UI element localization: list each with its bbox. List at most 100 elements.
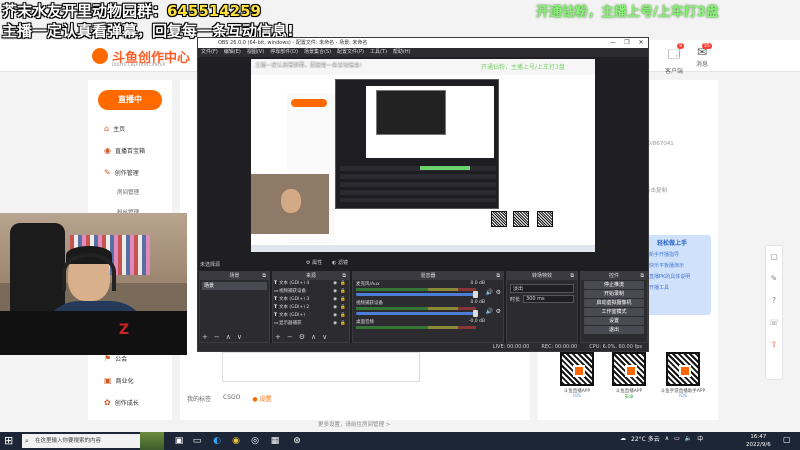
obs-titlebar[interactable]: OBS 26.0.0 (64-bit, windows) - 配置文件: 未命名… bbox=[198, 38, 648, 48]
exit-button[interactable]: 退出 bbox=[584, 326, 644, 334]
duration-input[interactable]: 300 ms bbox=[523, 295, 574, 303]
tag-settings[interactable]: ● 设置 bbox=[252, 394, 271, 403]
sidebar-item-business[interactable]: ▣ 商业化 bbox=[104, 376, 134, 385]
undock-icon[interactable]: ⧉ bbox=[496, 272, 500, 280]
steam-icon[interactable]: ⊛ bbox=[290, 435, 304, 447]
move-up-icon[interactable]: ∧ bbox=[311, 333, 316, 341]
filters-button[interactable]: ◐ 滤镜 bbox=[332, 259, 348, 266]
description-textarea[interactable] bbox=[222, 352, 420, 382]
task-view-icon[interactable]: ▣ bbox=[172, 435, 186, 447]
menu-docks[interactable]: 停靠部件(D) bbox=[270, 48, 298, 57]
live-status-button[interactable]: 直播中 bbox=[98, 90, 162, 110]
volume-icon[interactable]: 🔈 bbox=[685, 435, 692, 442]
feedback-icon[interactable]: ✎ bbox=[766, 268, 782, 290]
tray-arrow-icon[interactable]: ∧ bbox=[665, 435, 669, 442]
menu-file[interactable]: 文件(F) bbox=[201, 48, 218, 57]
source-item[interactable]: T 文本 (GDI+) 4 ◉ 🔒 bbox=[273, 280, 349, 288]
stop-streaming-button[interactable]: 停止推流 bbox=[584, 281, 644, 289]
top-icon[interactable]: ⇧ bbox=[766, 334, 782, 356]
move-down-icon[interactable]: ∨ bbox=[322, 333, 327, 341]
promo-link[interactable]: 开播工具 bbox=[645, 282, 711, 293]
eye-icon[interactable]: ◉ bbox=[333, 280, 337, 288]
close-button[interactable]: ✕ bbox=[634, 38, 648, 48]
lock-icon[interactable]: 🔒 bbox=[340, 320, 346, 328]
promo-card[interactable]: 轻松做上手 新手开播指导 快乐平板播演示 直播PK的具体说明 开播工具 bbox=[645, 235, 711, 315]
source-item[interactable]: T 文本 (GDI+) 2 ◉ 🔒 bbox=[273, 304, 349, 312]
obs-icon[interactable]: ◎ bbox=[248, 435, 262, 447]
undock-icon[interactable]: ⧉ bbox=[570, 272, 574, 280]
menu-profile[interactable]: 配置文件(P) bbox=[337, 48, 364, 57]
more-settings-link[interactable]: 更多设置，请前往房间管理 > bbox=[318, 420, 390, 428]
chrome-icon[interactable]: ◉ bbox=[229, 435, 243, 447]
eye-icon[interactable]: ◉ bbox=[333, 296, 337, 304]
undock-icon[interactable]: ⧉ bbox=[640, 272, 644, 280]
lock-icon[interactable]: 🔒 bbox=[340, 280, 346, 288]
sidebar-item-toolbox[interactable]: ◉ 直播百宝箱 bbox=[104, 146, 145, 155]
notification-icon[interactable]: ▢ bbox=[783, 435, 791, 444]
menu-edit[interactable]: 编辑(E) bbox=[224, 48, 241, 57]
start-recording-button[interactable]: 开始录制 bbox=[584, 290, 644, 298]
settings-icon[interactable]: ⚙ bbox=[299, 333, 305, 341]
app-icon[interactable]: ▦ bbox=[268, 435, 282, 447]
start-button[interactable]: ⊞ bbox=[4, 435, 13, 447]
message-button[interactable]: ✉ 35 消息 bbox=[688, 43, 716, 68]
source-item[interactable]: T 文本 (GDI+) ◉ 🔒 bbox=[273, 312, 349, 320]
menu-help[interactable]: 帮助(H) bbox=[393, 48, 411, 57]
eye-icon[interactable]: ◉ bbox=[333, 312, 337, 320]
sidebar-item-home[interactable]: ⌂ 主页 bbox=[104, 124, 125, 133]
menu-scene-collection[interactable]: 场景集合(S) bbox=[304, 48, 331, 57]
speaker-icon[interactable]: 🔊 bbox=[486, 289, 493, 296]
lock-icon[interactable]: 🔒 bbox=[340, 296, 346, 304]
source-item[interactable]: ▭ 视频捕获设备 ◉ 🔒 bbox=[273, 288, 349, 296]
remove-icon[interactable]: − bbox=[214, 333, 220, 341]
obs-preview[interactable]: 主播一定认真看弹幕，回复每一条互动信息! 开通钻粉，主播上号/上车打3盘 bbox=[251, 59, 595, 252]
properties-button[interactable]: ⚙ 属性 bbox=[306, 259, 322, 266]
ime-indicator[interactable]: 中 bbox=[697, 434, 703, 443]
menu-tools[interactable]: 工具(T) bbox=[370, 48, 387, 57]
edge-icon[interactable]: ◐ bbox=[210, 435, 224, 447]
add-icon[interactable]: + bbox=[202, 333, 208, 341]
support-icon[interactable]: ☏ bbox=[766, 312, 782, 334]
lock-icon[interactable]: 🔒 bbox=[340, 304, 346, 312]
app-icon[interactable]: ▢ bbox=[766, 246, 782, 268]
help-icon[interactable]: ? bbox=[766, 290, 782, 312]
move-up-icon[interactable]: ∧ bbox=[226, 333, 231, 341]
eye-icon[interactable]: ◉ bbox=[333, 304, 337, 312]
virtual-camera-button[interactable]: 启动虚拟摄像机 bbox=[584, 299, 644, 307]
source-item[interactable]: ▭ 显示器捕获 ◉ 🔒 bbox=[273, 320, 349, 328]
promo-link[interactable]: 新手开播指导 bbox=[645, 249, 711, 260]
site-logo[interactable]: 斗鱼创作中心 DOUYU CREATION CENTER bbox=[92, 47, 190, 67]
volume-slider[interactable] bbox=[356, 310, 478, 317]
speaker-icon[interactable]: 🔊 bbox=[486, 308, 493, 315]
scene-item[interactable]: 场景 bbox=[202, 282, 267, 290]
sidebar-item-guild[interactable]: ⚑ 公会 bbox=[104, 354, 127, 363]
studio-mode-button[interactable]: 工作室模式 bbox=[584, 308, 644, 316]
lock-icon[interactable]: 🔒 bbox=[340, 312, 346, 320]
gear-icon[interactable]: ⚙ bbox=[496, 308, 501, 315]
tag-item[interactable]: CSGO bbox=[223, 394, 240, 403]
maximize-button[interactable]: ❐ bbox=[620, 38, 634, 48]
client-button[interactable]: 🗔 9 客户端 bbox=[660, 43, 688, 75]
network-icon[interactable]: ▭ bbox=[674, 435, 680, 442]
minimize-button[interactable]: — bbox=[606, 38, 620, 48]
sidebar-item-creation[interactable]: ✎ 创作管理 bbox=[104, 168, 139, 177]
gear-icon[interactable]: ⚙ bbox=[496, 289, 501, 296]
eye-icon[interactable]: ◉ bbox=[333, 320, 337, 328]
undock-icon[interactable]: ⧉ bbox=[342, 272, 346, 280]
add-icon[interactable]: + bbox=[275, 333, 281, 341]
sidebar-subitem-room[interactable]: 房间管理 bbox=[117, 188, 139, 196]
menu-view[interactable]: 视图(V) bbox=[247, 48, 264, 57]
source-item[interactable]: T 文本 (GDI+) 3 ◉ 🔒 bbox=[273, 296, 349, 304]
move-down-icon[interactable]: ∨ bbox=[237, 333, 242, 341]
volume-slider[interactable] bbox=[356, 291, 478, 298]
sidebar-item-growth[interactable]: ✿ 创作成长 bbox=[104, 398, 139, 407]
lock-icon[interactable]: 🔒 bbox=[340, 288, 346, 296]
promo-link[interactable]: 直播PK的具体说明 bbox=[645, 271, 711, 282]
undock-icon[interactable]: ⧉ bbox=[262, 272, 266, 280]
weather-text[interactable]: 22°C 多云 bbox=[631, 434, 660, 443]
file-explorer-icon[interactable]: ▭ bbox=[190, 435, 204, 447]
transition-select[interactable]: 淡出 bbox=[510, 284, 574, 293]
promo-link[interactable]: 快乐平板播演示 bbox=[645, 260, 711, 271]
remove-icon[interactable]: − bbox=[287, 333, 293, 341]
settings-button[interactable]: 设置 bbox=[584, 317, 644, 325]
